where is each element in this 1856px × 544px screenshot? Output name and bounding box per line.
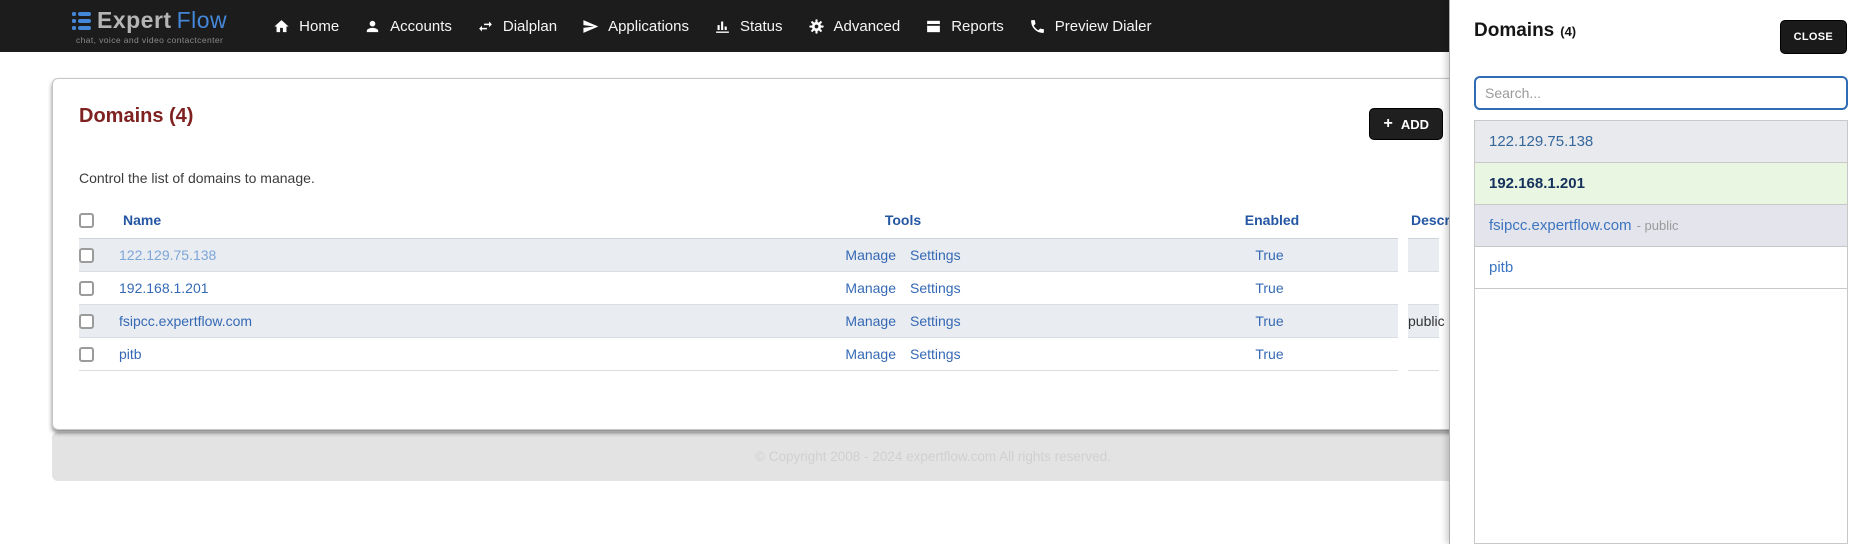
settings-link[interactable]: Settings xyxy=(910,280,961,296)
main-menu: Home Accounts Dialplan Applications Stat… xyxy=(273,18,1151,35)
paper-plane-icon xyxy=(583,19,599,33)
column-header-enabled[interactable]: Enabled xyxy=(1141,202,1403,239)
enabled-value: True xyxy=(1255,246,1284,263)
manage-link[interactable]: Manage xyxy=(845,247,896,263)
home-icon xyxy=(274,19,289,32)
person-icon xyxy=(367,20,379,32)
nav-item-dialplan[interactable]: Dialplan xyxy=(477,18,557,35)
domains-side-panel: Domains (4) CLOSE 122.129.75.138 192.168… xyxy=(1449,0,1856,544)
gear-icon xyxy=(808,18,824,34)
copyright-text: © Copyright 2008 - 2024 expertflow.com A… xyxy=(755,449,1111,464)
nav-item-applications[interactable]: Applications xyxy=(582,18,689,35)
settings-link[interactable]: Settings xyxy=(910,247,961,263)
list-item-label: 192.168.1.201 xyxy=(1489,175,1585,192)
nav-item-accounts[interactable]: Accounts xyxy=(364,18,452,35)
enabled-value: True xyxy=(1255,345,1284,362)
nav-item-label: Preview Dialer xyxy=(1054,17,1152,35)
list-item-suffix: - public xyxy=(1636,218,1679,233)
plus-icon: + xyxy=(1383,115,1393,132)
domains-table: Name Tools Enabled Description 122.129.7… xyxy=(79,202,1488,371)
domain-name-link[interactable]: 122.129.75.138 xyxy=(119,247,216,263)
list-item[interactable]: pitb xyxy=(1475,247,1847,289)
nav-item-home[interactable]: Home xyxy=(273,18,339,35)
row-checkbox[interactable] xyxy=(79,280,94,296)
domain-name-link[interactable]: 192.168.1.201 xyxy=(119,280,209,296)
panel-count-badge: (4) xyxy=(1560,24,1577,39)
description-value xyxy=(1398,271,1439,304)
row-checkbox[interactable] xyxy=(79,247,94,263)
list-item-label: 122.129.75.138 xyxy=(1489,133,1594,150)
page-title: Domains (4) xyxy=(79,105,194,127)
column-header-description[interactable]: Description xyxy=(1403,202,1488,239)
list-item[interactable]: fsipcc.expertflow.com - public xyxy=(1475,205,1847,247)
brand-name-primary: Expert xyxy=(97,7,172,33)
column-header-tools[interactable]: Tools xyxy=(665,202,1141,239)
description-value xyxy=(1398,337,1439,370)
brand-logo-icon xyxy=(72,11,91,30)
table-row: pitb Manage Settings True xyxy=(79,337,1439,370)
enabled-value: True xyxy=(1255,279,1284,296)
table-row: fsipcc.expertflow.com Manage Settings Tru… xyxy=(79,304,1445,337)
nav-item-label: Advanced xyxy=(833,17,901,35)
settings-link[interactable]: Settings xyxy=(910,313,961,329)
select-all-checkbox[interactable] xyxy=(79,213,94,229)
enabled-value: True xyxy=(1255,312,1284,329)
list-item-label: fsipcc.expertflow.com xyxy=(1489,217,1632,234)
domain-name-link[interactable]: pitb xyxy=(119,346,142,362)
nav-item-status[interactable]: Status xyxy=(714,18,783,35)
domain-name-link[interactable]: fsipcc.expertflow.com xyxy=(119,313,252,329)
manage-link[interactable]: Manage xyxy=(845,346,896,362)
add-domain-button[interactable]: + ADD xyxy=(1369,108,1443,140)
nav-item-preview-dialer[interactable]: Preview Dialer xyxy=(1029,17,1152,35)
list-item[interactable]: 122.129.75.138 xyxy=(1475,121,1847,163)
add-button-label: ADD xyxy=(1400,116,1429,132)
table-header-row: Name Tools Enabled Description xyxy=(79,202,1488,239)
nav-item-label: Home xyxy=(299,17,340,35)
table-row: 192.168.1.201 Manage Settings True xyxy=(79,271,1439,304)
brand-name-secondary: Flow xyxy=(176,7,228,33)
settings-link[interactable]: Settings xyxy=(910,346,961,362)
domains-card: Domains (4) + ADD Control the list of do… xyxy=(52,78,1488,430)
table-row: 122.129.75.138 Manage Settings True xyxy=(79,238,1439,271)
book-icon xyxy=(927,20,941,32)
bar-chart-icon xyxy=(716,21,729,33)
nav-item-label: Status xyxy=(739,17,783,35)
panel-title: Domains xyxy=(1474,20,1555,41)
row-checkbox[interactable] xyxy=(79,313,94,329)
description-value xyxy=(1398,238,1439,271)
nav-item-label: Reports xyxy=(951,17,1004,35)
row-checkbox[interactable] xyxy=(79,346,94,362)
list-item-label: pitb xyxy=(1489,259,1514,276)
swap-arrows-icon xyxy=(479,21,492,31)
description-value: public xyxy=(1398,304,1445,337)
brand-logo[interactable]: Expert Flow chat, voice and video contact… xyxy=(72,7,227,45)
phone-icon xyxy=(1030,19,1044,33)
panel-domain-list: 122.129.75.138 192.168.1.201 fsipcc.expe… xyxy=(1474,120,1848,544)
nav-item-label: Applications xyxy=(608,17,689,35)
page-subtitle: Control the list of domains to manage. xyxy=(79,170,315,186)
panel-header: Domains (4) CLOSE xyxy=(1474,20,1847,54)
manage-link[interactable]: Manage xyxy=(845,280,896,296)
nav-item-advanced[interactable]: Advanced xyxy=(808,17,901,35)
brand-tagline: chat, voice and video contactcenter xyxy=(75,35,224,45)
nav-item-reports[interactable]: Reports xyxy=(925,18,1004,35)
manage-link[interactable]: Manage xyxy=(845,313,896,329)
list-item-selected[interactable]: 192.168.1.201 xyxy=(1475,163,1847,205)
nav-item-label: Dialplan xyxy=(502,17,558,35)
close-panel-button[interactable]: CLOSE xyxy=(1779,20,1847,54)
nav-item-label: Accounts xyxy=(390,17,452,35)
column-header-name[interactable]: Name xyxy=(119,202,665,239)
search-input[interactable] xyxy=(1474,76,1848,110)
